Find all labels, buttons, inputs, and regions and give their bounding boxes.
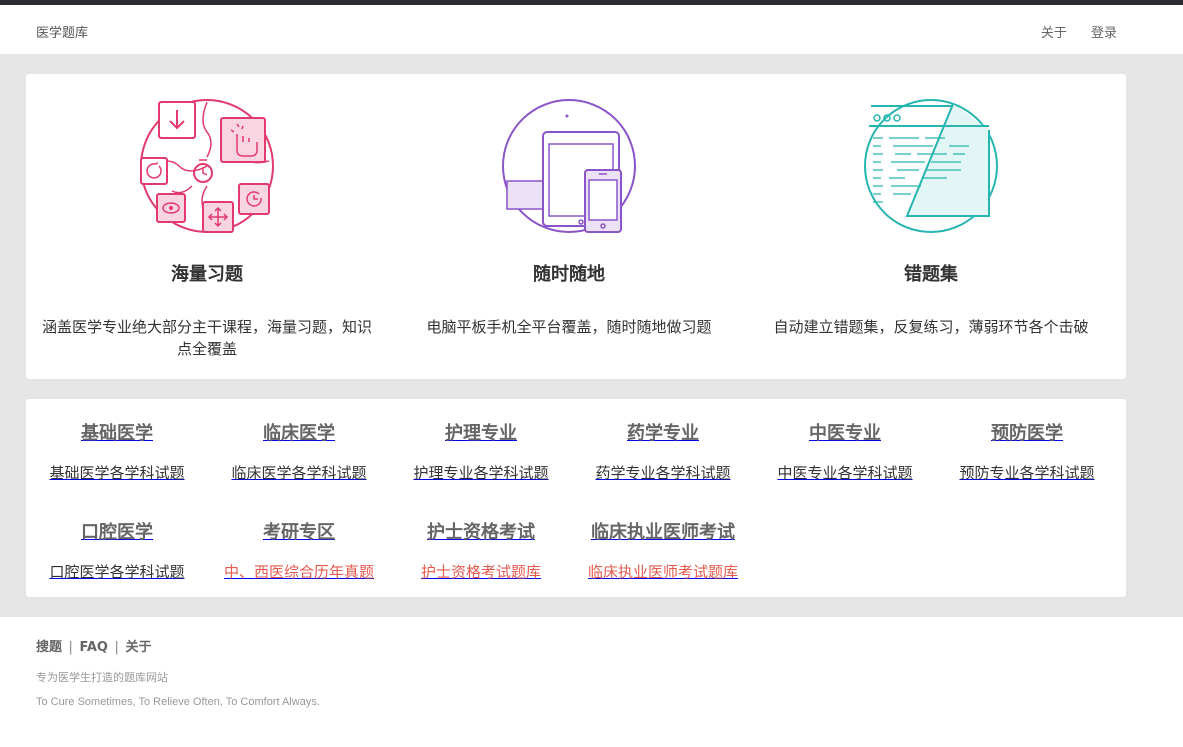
footer-motto: To Cure Sometimes, To Relieve Often, To … xyxy=(36,696,320,708)
subject-clinical-medicine[interactable]: 临床医学 临床医学各学科试题 xyxy=(208,419,390,483)
subject-desc: 基础医学各学科试题 xyxy=(49,464,185,482)
subject-desc: 中医专业各学科试题 xyxy=(777,464,913,482)
subject-title: 临床医学 xyxy=(263,423,335,444)
footer-faq-link[interactable]: FAQ xyxy=(79,640,108,655)
subject-desc: 预防专业各学科试题 xyxy=(959,464,1095,482)
subject-stomatology[interactable]: 口腔医学 口腔医学各学科试题 xyxy=(26,518,208,582)
footer-separator: | xyxy=(114,640,119,655)
subject-title: 基础医学 xyxy=(81,423,153,444)
feature-mistakes: 错题集 自动建立错题集，反复练习，薄弱环节各个击破 xyxy=(750,96,1112,338)
nav-about-link[interactable]: 关于 xyxy=(1041,26,1067,41)
subject-desc: 药学专业各学科试题 xyxy=(595,464,731,482)
devices-icon xyxy=(502,99,636,233)
main-area: 海量习题 涵盖医学专业绝大部分主干课程，海量习题，知识点全覆盖 随时随地 电脑平… xyxy=(0,54,1183,617)
subject-desc: 护士资格考试题库 xyxy=(420,563,541,581)
subject-title: 预防医学 xyxy=(991,423,1063,444)
brand-link[interactable]: 医学题库 xyxy=(36,22,88,41)
subjects-panel: 基础医学 基础医学各学科试题 临床医学 临床医学各学科试题 护理专业 护理专业各… xyxy=(26,399,1126,597)
subject-desc: 临床医学各学科试题 xyxy=(231,464,367,482)
subject-title: 护士资格考试 xyxy=(427,522,535,543)
subject-title: 考研专区 xyxy=(263,522,335,543)
notebook-icon xyxy=(864,99,998,233)
subject-basic-medicine[interactable]: 基础医学 基础医学各学科试题 xyxy=(26,419,208,483)
feature-title: 错题集 xyxy=(904,264,958,285)
nav-links: 关于 登录 xyxy=(1021,22,1117,41)
feature-title: 海量习题 xyxy=(171,264,243,285)
footer-links: 搜题 | FAQ | 关于 xyxy=(36,636,1147,655)
footer-about-link[interactable]: 关于 xyxy=(125,640,151,655)
subject-title: 护理专业 xyxy=(445,423,517,444)
feature-desc: 自动建立错题集，反复练习，薄弱环节各个击破 xyxy=(773,318,1089,336)
nav-login-link[interactable]: 登录 xyxy=(1091,26,1117,41)
subject-desc: 护理专业各学科试题 xyxy=(413,464,549,482)
subject-title: 口腔医学 xyxy=(81,522,153,543)
feature-anywhere: 随时随地 电脑平板手机全平台覆盖，随时随地做习题 xyxy=(388,96,750,338)
footer-search-link[interactable]: 搜题 xyxy=(36,640,62,655)
footer-separator: | xyxy=(68,640,73,655)
subject-postgrad-exam[interactable]: 考研专区 中、西医综合历年真题 xyxy=(208,518,390,582)
feature-desc: 电脑平板手机全平台覆盖，随时随地做习题 xyxy=(426,318,712,336)
feature-practice: 海量习题 涵盖医学专业绝大部分主干课程，海量习题，知识点全覆盖 xyxy=(26,96,388,360)
features-panel: 海量习题 涵盖医学专业绝大部分主干课程，海量习题，知识点全覆盖 随时随地 电脑平… xyxy=(26,74,1126,379)
feature-desc: 涵盖医学专业绝大部分主干课程，海量习题，知识点全覆盖 xyxy=(41,318,372,358)
subject-nursing[interactable]: 护理专业 护理专业各学科试题 xyxy=(390,419,572,483)
subject-tcm[interactable]: 中医专业 中医专业各学科试题 xyxy=(754,419,936,483)
subject-title: 临床执业医师考试 xyxy=(591,522,735,543)
navbar: 医学题库 关于 登录 xyxy=(0,5,1183,54)
subject-title: 药学专业 xyxy=(627,423,699,444)
subject-nurse-license-exam[interactable]: 护士资格考试 护士资格考试题库 xyxy=(390,518,572,582)
subject-pharmacy[interactable]: 药学专业 药学专业各学科试题 xyxy=(572,419,754,483)
footer: 搜题 | FAQ | 关于 专为医学生打造的题库网站 To Cure Somet… xyxy=(0,617,1183,708)
subject-desc: 临床执业医师考试题库 xyxy=(587,563,738,581)
subject-desc: 口腔医学各学科试题 xyxy=(49,563,185,581)
subject-physician-license-exam[interactable]: 临床执业医师考试 临床执业医师考试题库 xyxy=(572,518,754,582)
practice-tools-icon xyxy=(140,99,274,233)
subject-preventive-medicine[interactable]: 预防医学 预防专业各学科试题 xyxy=(936,419,1118,483)
footer-tagline: 专为医学生打造的题库网站 xyxy=(36,671,168,684)
subject-desc: 中、西医综合历年真题 xyxy=(223,563,374,581)
feature-title: 随时随地 xyxy=(533,264,605,285)
subject-title: 中医专业 xyxy=(809,423,881,444)
